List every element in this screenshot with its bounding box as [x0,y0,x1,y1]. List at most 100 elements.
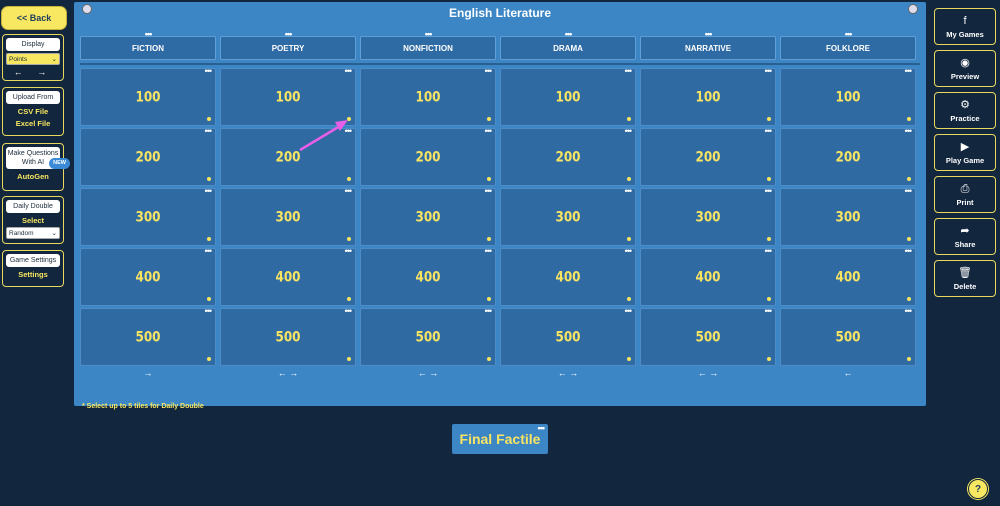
move-column-arrows-icon[interactable]: → [128,368,168,378]
more-icon[interactable]: ••• [625,246,633,256]
more-icon[interactable]: ••• [205,246,213,256]
more-icon[interactable]: ••• [205,306,213,316]
daily-double-mode-select[interactable]: Random ⌄ [6,227,60,239]
more-icon[interactable]: ••• [485,66,493,76]
more-icon[interactable]: ••• [765,306,773,316]
board-tile[interactable]: 500 ••• [80,306,216,366]
more-icon[interactable]: ••• [625,306,633,316]
board-title[interactable]: English Literature [74,6,926,20]
more-icon[interactable]: ••• [538,423,546,433]
daily-double-dot-icon[interactable] [207,357,211,361]
more-icon[interactable]: ••• [205,126,213,136]
daily-double-dot-icon[interactable] [767,177,771,181]
board-tile[interactable]: 100 ••• [220,66,356,126]
more-icon[interactable]: ••• [765,126,773,136]
daily-double-dot-icon[interactable] [487,237,491,241]
board-tile[interactable]: 300 ••• [780,186,916,246]
daily-double-dot-icon[interactable] [627,237,631,241]
daily-double-dot-icon[interactable] [347,297,351,301]
daily-double-dot-icon[interactable] [487,357,491,361]
category-header[interactable]: ••• NARRATIVE [640,29,776,60]
more-icon[interactable]: ••• [205,186,213,196]
more-icon[interactable]: ••• [285,29,293,39]
more-icon[interactable]: ••• [625,186,633,196]
daily-double-select-button[interactable]: Select [6,216,60,225]
board-tile[interactable]: 400 ••• [80,246,216,306]
daily-double-dot-icon[interactable] [207,117,211,121]
autogen-button[interactable]: AutoGen [6,172,60,181]
board-tile[interactable]: 200 ••• [80,126,216,186]
help-icon[interactable]: ? [968,479,988,499]
more-icon[interactable]: ••• [205,66,213,76]
board-tile[interactable]: 100 ••• [640,66,776,126]
daily-double-dot-icon[interactable] [347,357,351,361]
board-tile[interactable]: 300 ••• [360,186,496,246]
daily-double-dot-icon[interactable] [767,357,771,361]
move-column-arrows-icon[interactable]: ← → [408,368,448,378]
daily-double-dot-icon[interactable] [767,297,771,301]
board-tile[interactable]: 100 ••• [780,66,916,126]
more-icon[interactable]: ••• [905,126,913,136]
daily-double-dot-icon[interactable] [907,177,911,181]
csv-file-link[interactable]: CSV File [6,107,60,116]
more-icon[interactable]: ••• [905,186,913,196]
move-column-arrows-icon[interactable]: ← [828,368,868,378]
more-icon[interactable]: ••• [345,126,353,136]
ai-panel[interactable]: Make Questions With AI NEW AutoGen [2,143,70,191]
more-icon[interactable]: ••• [485,306,493,316]
board-tile[interactable]: 200 ••• [500,126,636,186]
more-icon[interactable]: ••• [345,306,353,316]
daily-double-dot-icon[interactable] [627,297,631,301]
excel-file-link[interactable]: Excel File [6,119,60,128]
daily-double-dot-icon[interactable] [907,237,911,241]
more-icon[interactable]: ••• [345,186,353,196]
board-tile[interactable]: 300 ••• [640,186,776,246]
board-tile[interactable]: 200 ••• [640,126,776,186]
board-tile[interactable]: 500 ••• [360,306,496,366]
move-column-arrows-icon[interactable]: ← → [548,368,588,378]
board-tile[interactable]: 400 ••• [360,246,496,306]
game-settings-panel[interactable]: Game Settings Settings [2,250,64,287]
daily-double-dot-icon[interactable] [207,177,211,181]
daily-double-dot-icon[interactable] [767,237,771,241]
settings-button[interactable]: Settings [6,270,60,279]
board-tile[interactable]: 300 ••• [80,186,216,246]
daily-double-dot-icon[interactable] [207,237,211,241]
more-icon[interactable]: ••• [905,66,913,76]
more-icon[interactable]: ••• [485,186,493,196]
more-icon[interactable]: ••• [765,186,773,196]
print-button[interactable]: ⎙ Print [934,176,996,213]
more-icon[interactable]: ••• [345,66,353,76]
board-tile[interactable]: 400 ••• [640,246,776,306]
board-tile[interactable]: 500 ••• [640,306,776,366]
board-tile[interactable]: 100 ••• [360,66,496,126]
display-select[interactable]: Points ⌄ [6,53,60,65]
play-game-button[interactable]: ▶ Play Game [934,134,996,171]
daily-double-dot-icon[interactable] [487,297,491,301]
board-tile[interactable]: 100 ••• [500,66,636,126]
board-tile[interactable]: 400 ••• [780,246,916,306]
board-tile[interactable]: 300 ••• [220,186,356,246]
daily-double-dot-icon[interactable] [347,177,351,181]
board-tile[interactable]: 200 ••• [220,126,356,186]
category-header[interactable]: ••• FICTION [80,29,216,60]
delete-button[interactable]: 🗑 Delete [934,260,996,297]
daily-double-dot-icon[interactable] [347,237,351,241]
daily-double-dot-icon[interactable] [347,117,351,121]
board-tile[interactable]: 300 ••• [500,186,636,246]
final-factile-button[interactable]: Final Factile ••• [452,423,548,454]
display-arrows-icon[interactable]: ← → [6,67,60,77]
my-games-button[interactable]: f My Games [934,8,996,45]
daily-double-dot-icon[interactable] [487,117,491,121]
more-icon[interactable]: ••• [485,246,493,256]
daily-double-dot-icon[interactable] [907,117,911,121]
more-icon[interactable]: ••• [845,29,853,39]
more-icon[interactable]: ••• [145,29,153,39]
more-icon[interactable]: ••• [485,126,493,136]
board-tile[interactable]: 100 ••• [80,66,216,126]
more-icon[interactable]: ••• [425,29,433,39]
daily-double-dot-icon[interactable] [487,177,491,181]
board-tile[interactable]: 500 ••• [220,306,356,366]
daily-double-dot-icon[interactable] [627,117,631,121]
category-header[interactable]: ••• DRAMA [500,29,636,60]
